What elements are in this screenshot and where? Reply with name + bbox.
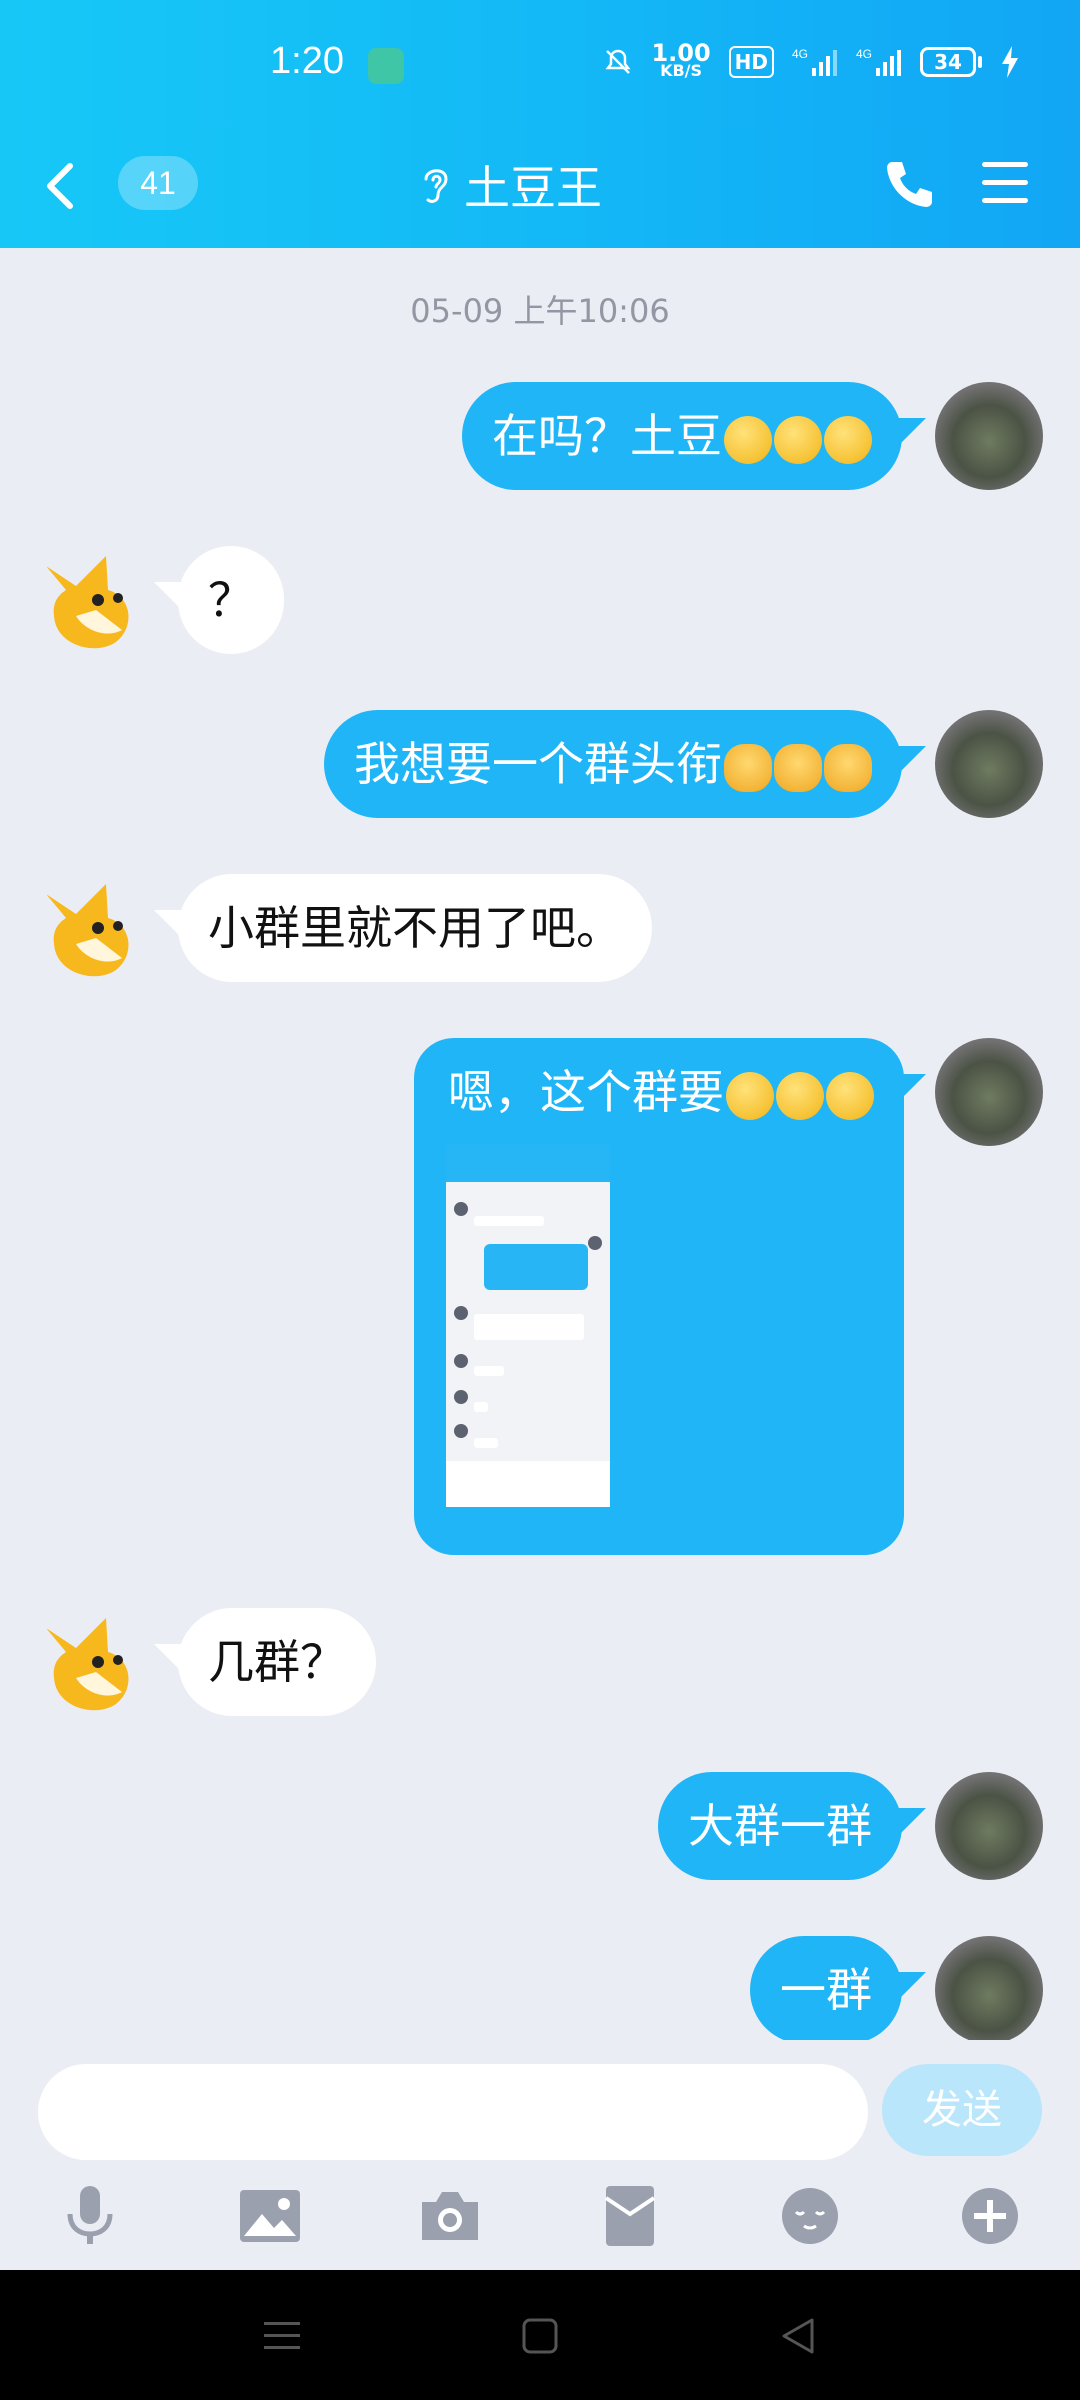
back-button[interactable]: [40, 156, 90, 216]
smile-emoji-icon: [724, 415, 772, 464]
ear-icon[interactable]: [420, 163, 452, 207]
message-timestamp: 05-09 上午10:06: [410, 292, 670, 330]
message-bubble[interactable]: 我想要一个群头衔: [324, 710, 902, 818]
message-text: 一群: [780, 1963, 872, 2017]
smile-emoji-icon: [774, 415, 822, 464]
battery-indicator: 34: [920, 47, 982, 77]
cat-emoji-icon: [774, 743, 822, 792]
my-avatar[interactable]: [935, 1038, 1043, 1146]
smile-emoji-icon: [824, 415, 872, 464]
status-indicators: 1.00 KB/S HD 4G 4G 34: [603, 39, 1020, 80]
message-list[interactable]: 05-09 上午10:06 在吗？土豆 ？ 我想要一个群头衔 小群里就不用了吧。…: [0, 248, 1080, 2040]
image-icon[interactable]: [234, 2180, 306, 2252]
message-input[interactable]: [38, 2064, 868, 2160]
contact-avatar[interactable]: [36, 1608, 144, 1716]
camera-icon[interactable]: [414, 2180, 486, 2252]
charging-icon: [1000, 46, 1020, 78]
contact-avatar[interactable]: [36, 874, 144, 982]
bubble-tail: [154, 910, 182, 938]
message-text: 几群？: [208, 1635, 346, 1689]
home-icon[interactable]: [516, 2312, 564, 2360]
net-speed-unit: KB/S: [660, 61, 703, 80]
hd-badge: HD: [728, 46, 774, 78]
bubble-tail: [898, 418, 926, 446]
send-button[interactable]: 发送: [882, 2064, 1042, 2156]
unread-count-badge[interactable]: 41: [118, 156, 198, 210]
recents-icon[interactable]: [258, 2312, 306, 2360]
message-text: 大群一群: [688, 1799, 872, 1853]
net-speed: 1.00 KB/S: [651, 39, 711, 80]
status-time: 1:20: [270, 40, 344, 82]
chat-title: 土豆王: [464, 161, 602, 215]
net-speed-value: 1.00: [651, 39, 711, 67]
input-bar: 发送: [0, 2040, 1080, 2270]
hamburger-icon: [982, 162, 1028, 203]
mute-icon: [603, 47, 633, 77]
message-bubble[interactable]: 一群: [750, 1936, 902, 2040]
message-bubble[interactable]: 小群里就不用了吧。: [178, 874, 652, 982]
bubble-tail: [898, 746, 926, 774]
image-message-bubble[interactable]: 嗯，这个群要: [414, 1038, 904, 1555]
signal-icon-2: 4G: [856, 46, 902, 78]
dizzy-emoji-icon: [726, 1071, 774, 1120]
svg-text:4G: 4G: [856, 47, 872, 61]
message-bubble[interactable]: ？: [178, 546, 284, 654]
my-avatar[interactable]: [935, 1936, 1043, 2040]
bubble-tail: [898, 1972, 926, 2000]
fox-avatar-icon: [46, 556, 129, 649]
input-toolbar: [0, 2180, 1080, 2260]
title-group: 土豆王: [420, 152, 602, 218]
my-avatar[interactable]: [935, 382, 1043, 490]
fox-avatar-icon: [46, 1618, 129, 1711]
red-packet-icon[interactable]: [594, 2180, 666, 2252]
my-avatar[interactable]: [935, 710, 1043, 818]
dizzy-emoji-icon: [776, 1071, 824, 1120]
message-caption: 嗯，这个群要: [448, 1056, 874, 1128]
cat-emoji-icon: [824, 743, 872, 792]
fox-avatar-icon: [46, 884, 129, 977]
message-text: 嗯，这个群要: [448, 1065, 724, 1119]
message-text: ？: [208, 573, 254, 627]
microphone-icon[interactable]: [54, 2180, 126, 2252]
phone-icon: [887, 162, 932, 207]
message-bubble[interactable]: 大群一群: [658, 1772, 902, 1880]
my-avatar[interactable]: [935, 1772, 1043, 1880]
system-nav-bar: [0, 2270, 1080, 2400]
chevron-left-icon: [47, 163, 73, 209]
chat-screen: 1:20 1.00 KB/S HD 4G 4G 34 41 土豆王 05-09 …: [0, 0, 1080, 2400]
message-text: 在吗？土豆: [492, 409, 722, 463]
emoji-icon[interactable]: [774, 2180, 846, 2252]
status-bar: 1:20 1.00 KB/S HD 4G 4G 34: [0, 0, 1080, 130]
chat-header: 41 土豆王: [0, 130, 1080, 248]
back-nav-icon[interactable]: [774, 2312, 822, 2360]
message-text: 小群里就不用了吧。: [208, 901, 622, 955]
bubble-tail: [898, 1808, 926, 1836]
contact-avatar[interactable]: [36, 546, 144, 654]
app-notification-icon: [368, 48, 404, 84]
dizzy-emoji-icon: [826, 1071, 874, 1120]
bubble-tail: [154, 582, 182, 610]
phone-button[interactable]: [882, 156, 938, 212]
message-bubble[interactable]: 几群？: [178, 1608, 376, 1716]
cat-emoji-icon: [724, 743, 772, 792]
plus-icon[interactable]: [954, 2180, 1026, 2252]
svg-text:4G: 4G: [792, 47, 808, 61]
battery-level: 34: [920, 47, 976, 77]
screenshot-thumbnail[interactable]: [446, 1144, 610, 1507]
menu-button[interactable]: [978, 154, 1032, 210]
message-text: 我想要一个群头衔: [354, 737, 722, 791]
signal-icon-1: 4G: [792, 46, 838, 78]
message-bubble[interactable]: 在吗？土豆: [462, 382, 902, 490]
